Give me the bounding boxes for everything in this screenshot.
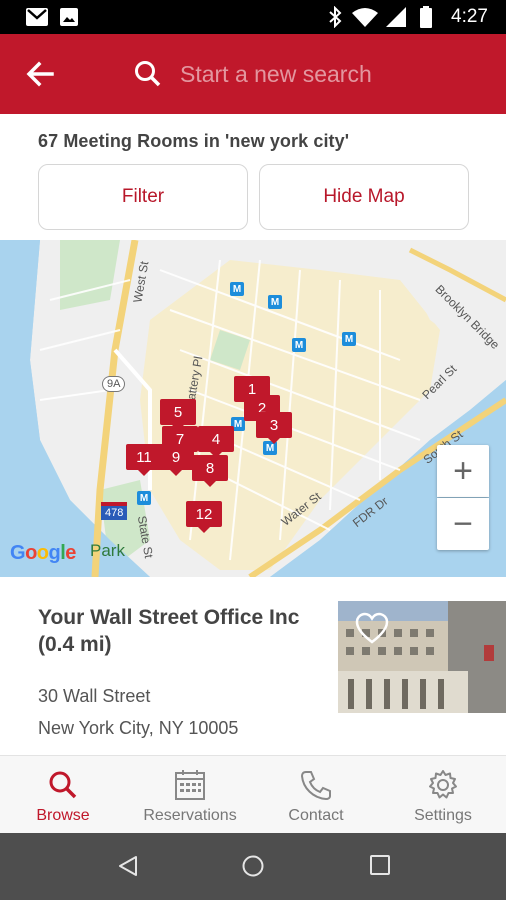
wifi-icon [352,8,378,27]
subway-icon: M [230,282,244,296]
search-input[interactable] [180,56,480,92]
gear-icon [429,770,457,799]
phone-icon [300,771,331,801]
map-pin[interactable]: 9 [158,444,194,476]
nav-label: Reservations [143,807,237,824]
highway-shield: 9A [102,376,126,392]
status-time: 4:27 [451,6,488,27]
nav-label: Browse [36,807,90,824]
map-pin[interactable]: 11 [126,444,162,476]
listing-address-line1: 30 Wall Street [38,686,151,706]
subway-icon: M [342,332,356,346]
nav-label: Settings [414,807,472,824]
map-pin[interactable]: 12 [186,501,222,533]
search-icon[interactable] [132,58,164,90]
cell-signal-icon [386,7,406,27]
map-view[interactable]: West St Battery Pl State St Water St Pea… [0,240,506,577]
app-bar [0,34,506,114]
back-arrow-icon[interactable] [22,56,58,92]
gmail-icon [26,8,48,26]
map-pin[interactable]: 5 [160,399,196,431]
heart-icon[interactable] [354,612,390,646]
nav-settings[interactable]: Settings [380,756,506,834]
google-logo: Google [10,542,76,564]
map-pin[interactable]: 3 [256,412,292,444]
map-pin[interactable]: 4 [198,426,234,458]
listing-name[interactable]: Your Wall Street Office Inc (0.4 mi) [38,604,328,658]
zoom-in-button[interactable]: + [437,445,489,497]
nav-browse[interactable]: Browse [0,756,126,834]
battery-icon [420,6,432,28]
nav-label: Contact [288,807,344,824]
nav-reservations[interactable]: Reservations [127,756,253,834]
subway-icon: M [292,338,306,352]
back-icon[interactable] [116,854,140,878]
map-pin[interactable]: 8 [192,455,228,487]
home-icon[interactable] [241,854,265,878]
zoom-out-button[interactable]: − [437,498,489,550]
bottom-navigation: Browse Reservations Contact Settings [0,755,506,833]
filter-button[interactable]: Filter [38,164,248,230]
calendar-icon [175,770,205,800]
subway-icon: M [268,295,282,309]
status-bar: 4:27 [0,0,506,34]
park-label: Park [90,541,125,560]
search-icon [49,771,77,799]
bluetooth-icon [329,6,342,28]
nav-contact[interactable]: Contact [253,756,379,834]
highway-shield: 478 [101,502,128,520]
recents-icon[interactable] [369,854,391,876]
subway-icon: M [137,491,151,505]
system-navigation-bar [0,833,506,900]
listing-address-line2: New York City, NY 10005 [38,718,239,738]
image-icon [60,8,78,26]
results-count: 67 Meeting Rooms in 'new york city' [38,131,350,151]
hide-map-button[interactable]: Hide Map [259,164,469,230]
